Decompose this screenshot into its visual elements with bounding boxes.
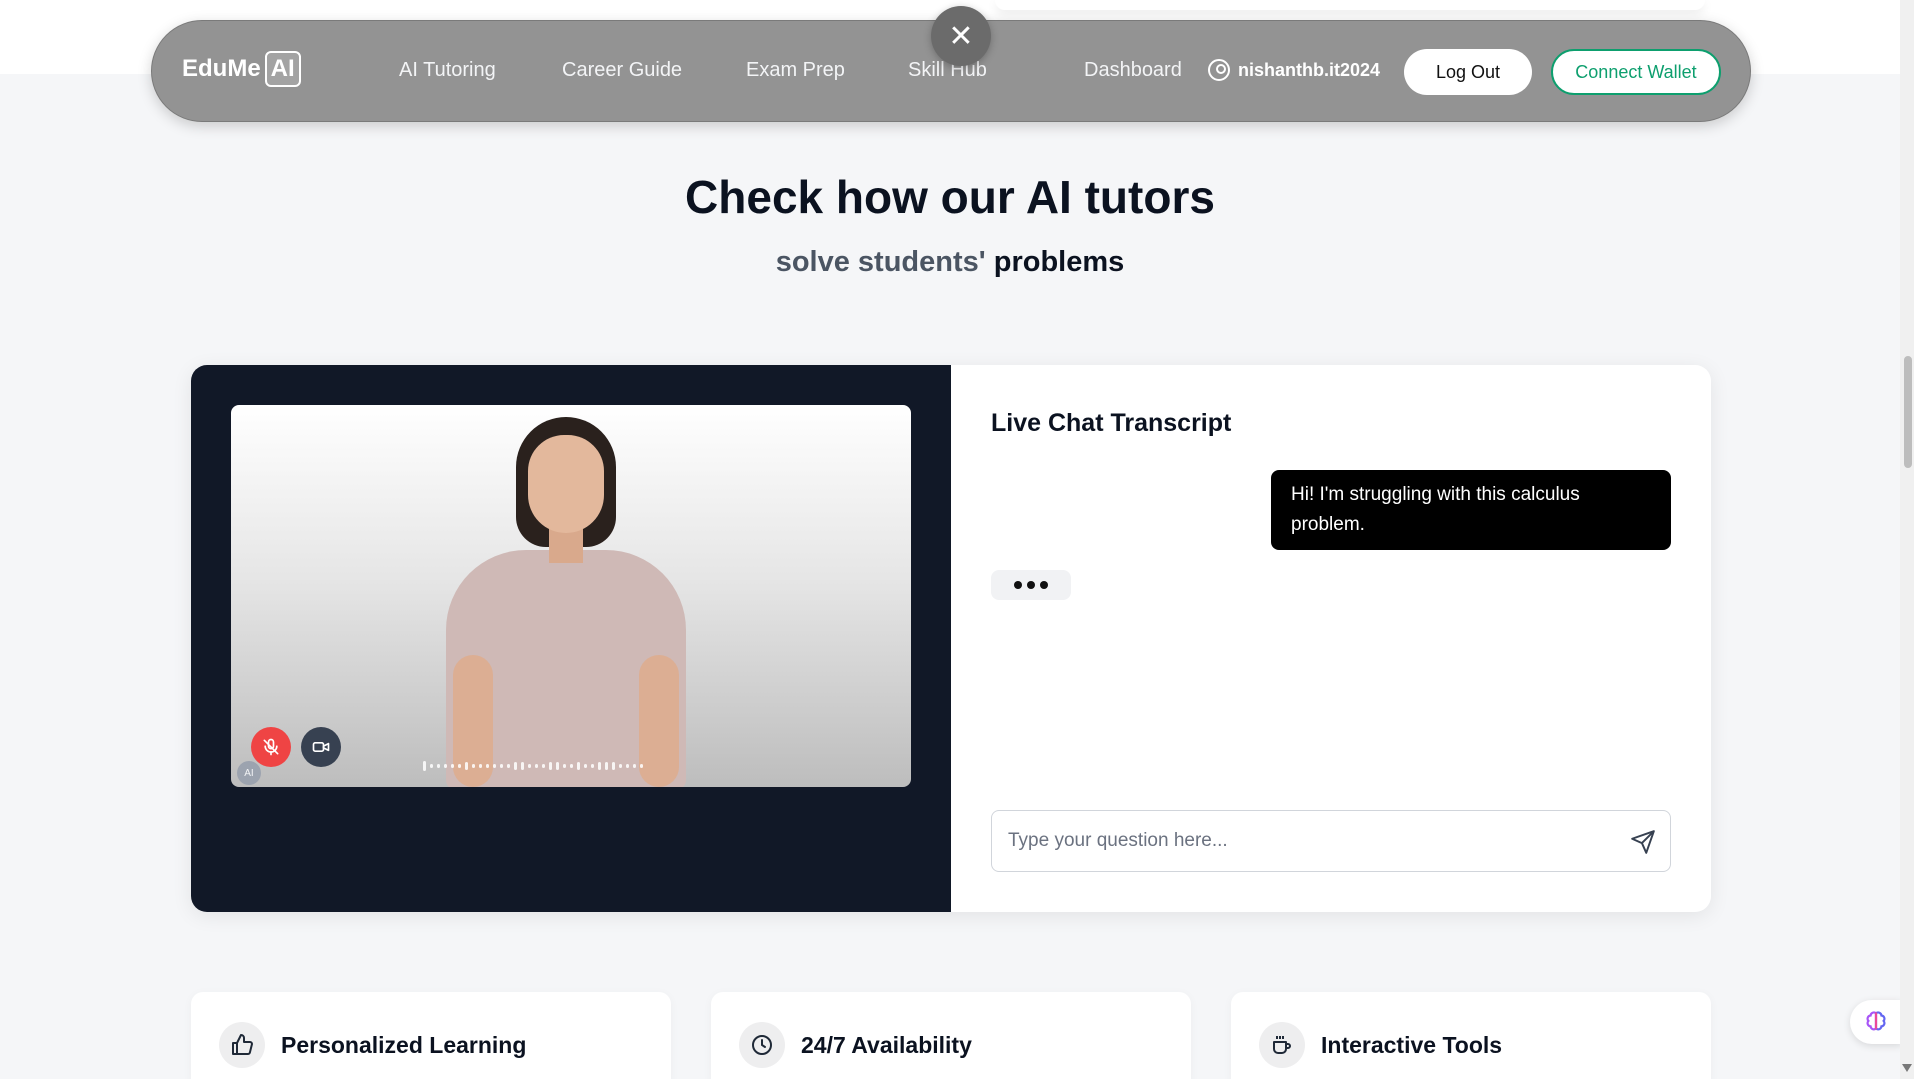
coffee-cup-icon: [1259, 1022, 1305, 1068]
typing-dot: [1040, 581, 1048, 589]
waveform-bar: [626, 764, 629, 768]
brand-logo[interactable]: EduMe AI: [182, 51, 301, 87]
audio-waveform: [423, 759, 723, 773]
chat-panel: Live Chat Transcript Hi! I'm struggling …: [951, 365, 1711, 912]
video-camera-icon: [312, 742, 330, 752]
mic-off-button[interactable]: [251, 727, 291, 767]
username-label: nishanthb.it2024: [1238, 59, 1381, 80]
waveform-bar: [584, 764, 587, 768]
logout-button[interactable]: Log Out: [1404, 49, 1532, 95]
video-panel: AI: [191, 365, 951, 912]
waveform-bar: [514, 762, 517, 770]
camera-button[interactable]: [301, 727, 341, 767]
waveform-bar: [451, 764, 454, 768]
logo-badge: AI: [264, 51, 301, 87]
thumbs-up-icon: [219, 1022, 265, 1068]
waveform-bar: [437, 764, 440, 768]
waveform-bar: [458, 764, 461, 768]
chat-input-box: [991, 810, 1671, 872]
section-title: Check how our AI tutors: [685, 171, 1215, 223]
waveform-bar: [577, 762, 580, 770]
typing-dot: [1014, 581, 1022, 589]
chat-title: Live Chat Transcript: [991, 409, 1232, 437]
nav-link-career-guide[interactable]: Career Guide: [562, 59, 682, 82]
user-message-bubble: Hi! I'm struggling with this calculus pr…: [1271, 470, 1671, 550]
feature-title: 24/7 Availability: [801, 1032, 972, 1058]
waveform-bar: [563, 764, 566, 768]
user-circle-icon: [1208, 59, 1230, 81]
feature-card-availability: 24/7 Availability: [711, 992, 1191, 1079]
typing-indicator: [991, 570, 1071, 600]
connect-wallet-button[interactable]: Connect Wallet: [1551, 49, 1721, 95]
waveform-bar: [479, 764, 482, 768]
waveform-bar: [619, 764, 622, 768]
waveform-bar: [486, 764, 489, 768]
waveform-bar: [465, 762, 468, 770]
waveform-bar: [570, 764, 573, 768]
brain-icon: [1866, 1011, 1886, 1031]
scroll-down-arrow-icon[interactable]: [1902, 1064, 1912, 1072]
waveform-bar: [521, 762, 524, 770]
waveform-bar: [605, 762, 608, 770]
subtitle-muted: solve students': [775, 246, 986, 278]
waveform-bar: [612, 762, 615, 770]
waveform-bar: [633, 764, 636, 768]
waveform-bar: [444, 764, 447, 768]
waveform-bar: [640, 764, 643, 768]
send-icon[interactable]: [1630, 829, 1656, 855]
feature-title: Interactive Tools: [1321, 1032, 1503, 1058]
waveform-bar: [542, 764, 545, 768]
feature-card-personalized: Personalized Learning: [191, 992, 671, 1079]
waveform-bar: [493, 764, 496, 768]
tutor-demo-card: AI Live Chat Transcript Hi! I'm struggli…: [191, 365, 1711, 912]
question-input[interactable]: [1008, 830, 1608, 852]
waveform-bar: [549, 762, 552, 770]
ai-tutor-video: AI: [231, 405, 911, 787]
avatar-head: [528, 435, 604, 533]
mic-off-icon: [263, 738, 279, 756]
waveform-bar: [500, 764, 503, 768]
nav-link-ai-tutoring[interactable]: AI Tutoring: [399, 59, 496, 82]
waveform-bar: [556, 762, 559, 770]
nav-link-exam-prep[interactable]: Exam Prep: [746, 59, 845, 82]
nav-link-dashboard[interactable]: Dashboard: [1084, 59, 1182, 82]
feature-card-interactive: Interactive Tools: [1231, 992, 1711, 1079]
waveform-bar: [535, 764, 538, 768]
previous-section-card: [995, 0, 1705, 10]
close-icon[interactable]: ✕: [931, 6, 991, 66]
assistant-brain-button[interactable]: [1850, 1000, 1902, 1044]
ai-badge: AI: [237, 761, 261, 785]
waveform-bar: [507, 764, 510, 768]
logo-text: EduMe: [182, 55, 261, 82]
waveform-bar: [430, 764, 433, 768]
page-scrollbar[interactable]: [1900, 0, 1914, 1079]
waveform-bar: [528, 764, 531, 768]
user-account[interactable]: nishanthb.it2024: [1208, 59, 1380, 81]
waveform-bar: [423, 761, 426, 771]
section-subtitle: solve students' problems: [0, 246, 1900, 279]
feature-title: Personalized Learning: [281, 1032, 527, 1058]
clock-icon: [739, 1022, 785, 1068]
typing-dot: [1027, 581, 1035, 589]
subtitle-strong: problems: [993, 246, 1125, 278]
waveform-bar: [598, 762, 601, 770]
waveform-bar: [472, 764, 475, 768]
scrollbar-thumb[interactable]: [1904, 356, 1912, 468]
waveform-bar: [591, 764, 594, 768]
